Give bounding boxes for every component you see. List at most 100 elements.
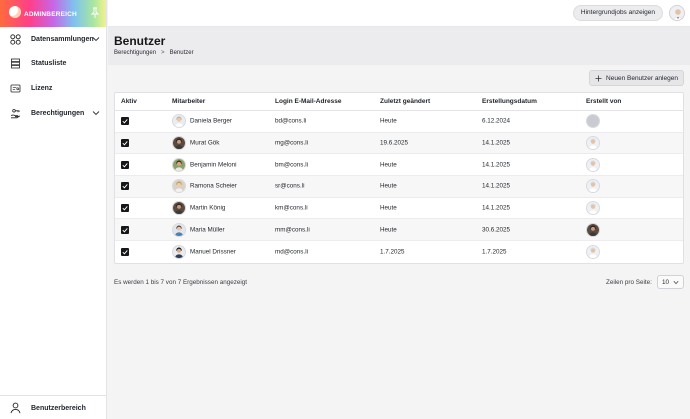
breadcrumb-item-benutzer: Benutzer [169,50,194,56]
employee-avatar [172,157,186,172]
table-body: Daniela Berger bd@cons.li Heute 6.12.2024 Mu… [115,111,683,263]
employee-avatar [172,179,186,194]
created-date: 1.7.2025 [482,248,507,256]
employee-avatar [172,114,186,129]
hand-key-icon [10,108,21,118]
creator-avatar [586,222,600,237]
brand-header[interactable]: ADMINBEREICH [0,0,106,27]
sidebar-item-label: Lizenz [31,84,53,92]
brand-title: ADMINBEREICH [24,11,77,18]
chevron-down-icon [673,280,679,285]
created-date: 14.1.2025 [482,161,511,169]
pin-icon[interactable] [91,7,99,19]
last-changed: Heute [380,161,397,169]
active-checkbox[interactable] [121,160,129,169]
last-changed: 19.6.2025 [380,139,409,147]
login-email: mm@cons.li [275,226,310,234]
employee-name[interactable]: Maria Müller [190,226,225,233]
sidebar-item-berechtigungen[interactable]: Berechtigungen [0,104,107,122]
creator-avatar [586,179,600,194]
column-header-erstellung[interactable]: Erstellungsdatum [482,98,537,105]
login-email: sr@cons.li [275,182,305,190]
column-header-aktiv[interactable]: Aktiv [121,98,137,105]
creator-avatar [586,157,600,172]
employee-name[interactable]: Murat Gök [190,140,219,147]
login-email: km@cons.li [275,204,308,212]
employee-avatar [172,201,186,216]
last-changed: Heute [380,182,397,190]
active-checkbox[interactable] [121,117,129,126]
creator-avatar [586,244,600,259]
sidebar-item-datensammlungen[interactable]: Datensammlungen [0,30,107,48]
rows-per-page-label: Zeilen pro Seite: [606,279,652,286]
add-user-label: Neuen Benutzer anlegen [606,74,678,82]
results-count: Es werden 1 bis 7 von 7 Ergebnissen ange… [114,279,248,286]
created-date: 14.1.2025 [482,182,511,190]
created-date: 14.1.2025 [482,204,511,212]
chevron-down-icon[interactable] [92,110,100,116]
last-changed: 1.7.2025 [380,248,405,256]
column-header-erstellt-von[interactable]: Erstellt von [586,98,621,105]
brand-logo [9,6,21,18]
breadcrumb-item-berechtigungen[interactable]: Berechtigungen [114,50,156,56]
creator-avatar [586,201,600,216]
add-user-button[interactable]: Neuen Benutzer anlegen [589,70,684,86]
creator-avatar [586,136,600,151]
login-email: bd@cons.li [275,117,307,125]
active-checkbox[interactable] [121,182,129,191]
sidebar: ADMINBEREICH Datensammlungen Statusliste… [0,0,107,419]
active-checkbox[interactable] [121,139,129,148]
employee-name[interactable]: Benjamin Meloni [190,161,237,168]
last-changed: Heute [380,117,397,125]
license-icon [10,84,21,92]
sidebar-item-lizenz[interactable]: Lizenz [0,79,107,97]
sidebar-user-label: Benutzerbereich [31,405,86,412]
creator-avatar [586,114,600,129]
table-row[interactable]: Murat Gök mg@cons.li 19.6.2025 14.1.2025 [115,132,683,155]
active-checkbox[interactable] [121,247,129,256]
last-changed: Heute [380,226,397,234]
column-header-login[interactable]: Login E-Mail-Adresse [275,98,341,105]
page-title: Benutzer [114,34,166,48]
column-header-zuletzt[interactable]: Zuletzt geändert [380,98,430,105]
table-row[interactable]: Martin König km@cons.li Heute 14.1.2025 [115,198,683,220]
column-header-mitarbeiter[interactable]: Mitarbeiter [172,98,205,105]
login-email: bm@cons.li [275,161,308,169]
created-date: 14.1.2025 [482,139,511,147]
employee-name[interactable]: Martin König [190,205,225,212]
table-row[interactable]: Daniela Berger bd@cons.li Heute 6.12.2024 [115,111,683,133]
stack-icon [11,58,20,68]
last-changed: Heute [380,204,397,212]
table-row[interactable]: Benjamin Meloni bm@cons.li Heute 14.1.2025 [115,154,683,177]
breadcrumb-separator: > [161,50,165,56]
grid-icon [10,33,21,45]
created-date: 6.12.2024 [482,117,511,125]
page-header: Benutzer Berechtigungen > Benutzer [108,27,690,65]
created-date: 30.6.2025 [482,226,511,234]
table-row[interactable]: Manuel Drissner md@cons.li 1.7.2025 1.7.202… [115,241,683,263]
employee-name[interactable]: Ramona Scheier [190,183,237,190]
active-checkbox[interactable] [121,225,129,234]
user-avatar[interactable] [669,5,685,21]
sidebar-item-statusliste[interactable]: Statusliste [0,54,107,72]
employee-avatar [172,244,186,259]
active-checkbox[interactable] [121,204,129,213]
table-header: Aktiv Mitarbeiter Login E-Mail-Adresse Z… [115,93,683,111]
rows-per-page-select[interactable]: 10 [657,275,684,289]
employee-avatar [172,222,186,237]
sidebar-user-area[interactable]: Benutzerbereich [0,395,107,419]
employee-name[interactable]: Daniela Berger [190,118,232,125]
show-background-jobs-button[interactable]: Hintergrundjobs anzeigen [572,5,663,21]
sidebar-item-label: Statusliste [31,59,67,67]
rows-per-page-value: 10 [662,278,670,286]
table-row[interactable]: Ramona Scheier sr@cons.li Heute 14.1.2025 [115,176,683,198]
sidebar-item-label: Berechtigungen [31,109,85,117]
user-icon [10,402,21,414]
chevron-down-icon[interactable] [92,36,100,42]
breadcrumb: Berechtigungen > Benutzer [114,50,194,56]
employee-name[interactable]: Manuel Drissner [190,248,236,255]
login-email: md@cons.li [275,248,308,256]
table-row[interactable]: Maria Müller mm@cons.li Heute 30.6.2025 [115,219,683,242]
topbar: Hintergrundjobs anzeigen [108,0,690,27]
login-email: mg@cons.li [275,139,308,147]
